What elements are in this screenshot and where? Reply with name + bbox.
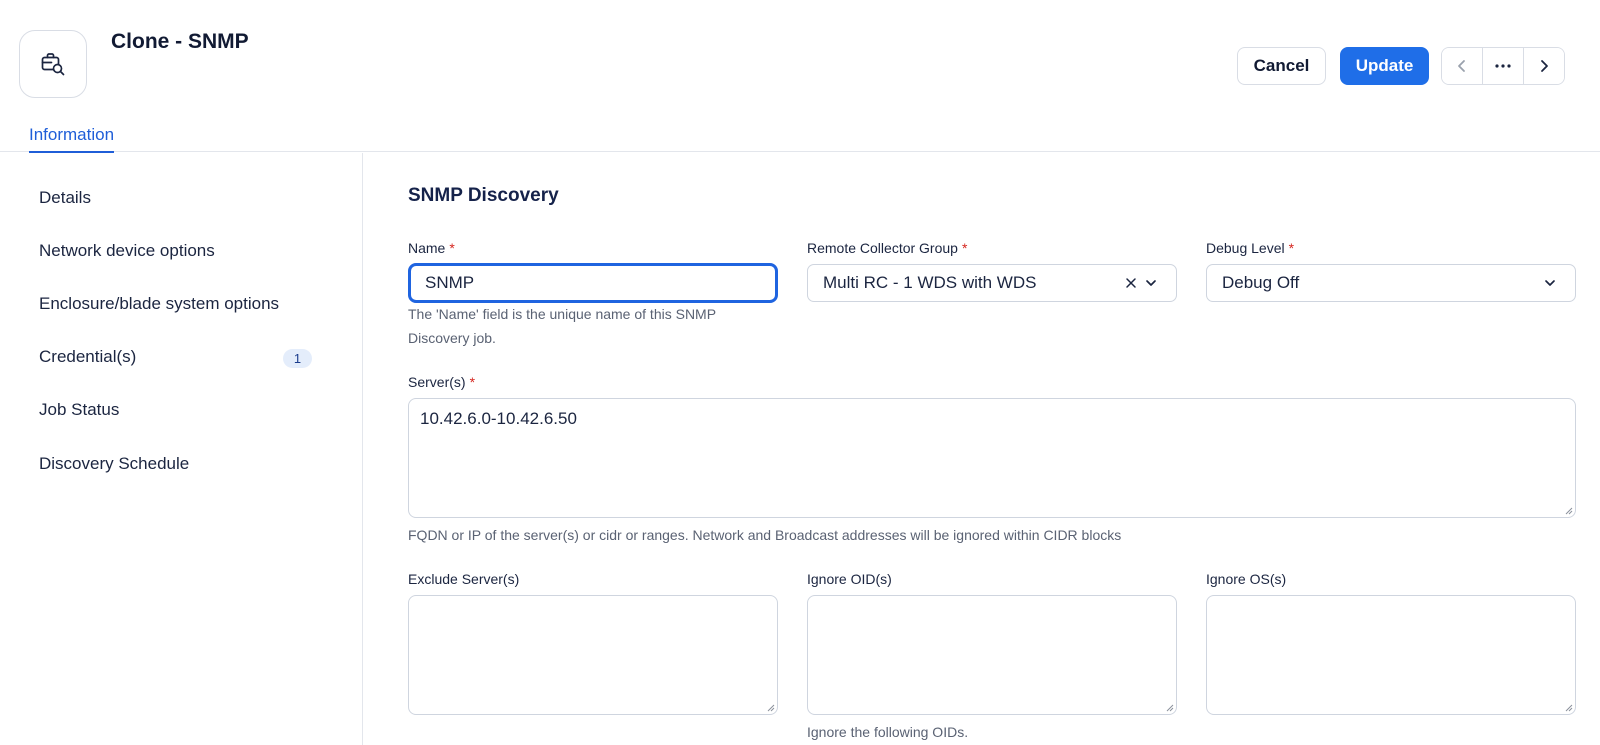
chevron-down-icon[interactable] <box>1540 273 1560 293</box>
cancel-button[interactable]: Cancel <box>1237 47 1326 85</box>
ignore-oids-textarea[interactable] <box>807 595 1177 715</box>
debug-level-value: Debug Off <box>1222 273 1300 292</box>
debug-level-label: Debug Level * <box>1206 240 1294 256</box>
debug-level-select[interactable]: Debug Off <box>1206 264 1576 302</box>
name-label-text: Name <box>408 240 446 256</box>
exclude-servers-textarea[interactable] <box>408 595 778 715</box>
servers-value: 10.42.6.0-10.42.6.50 <box>420 409 577 428</box>
ignore-os-label: Ignore OS(s) <box>1206 571 1287 587</box>
more-horizontal-icon <box>1495 64 1511 68</box>
resize-handle-icon[interactable] <box>1563 505 1573 515</box>
sidebar-item-discovery-schedule[interactable]: Discovery Schedule <box>39 454 319 474</box>
record-navigation <box>1441 47 1565 85</box>
sidebar-item-details[interactable]: Details <box>39 188 319 208</box>
section-title: SNMP Discovery <box>408 185 559 206</box>
debug-level-label-text: Debug Level <box>1206 240 1285 256</box>
servers-label: Server(s) * <box>408 374 475 390</box>
previous-record-button[interactable] <box>1442 48 1483 84</box>
remote-collector-group-select[interactable]: Multi RC - 1 WDS with WDS <box>807 264 1177 302</box>
update-button[interactable]: Update <box>1340 47 1429 85</box>
required-marker: * <box>961 240 968 256</box>
chevron-right-icon <box>1541 60 1548 72</box>
credentials-count-badge: 1 <box>283 349 312 368</box>
servers-textarea[interactable]: 10.42.6.0-10.42.6.50 <box>408 398 1576 518</box>
more-actions-button[interactable] <box>1483 48 1524 84</box>
chevron-left-icon <box>1458 60 1465 72</box>
briefcase-search-icon <box>19 30 87 98</box>
servers-label-text: Server(s) <box>408 374 466 390</box>
name-input-value: SNMP <box>425 273 475 292</box>
remote-collector-group-label: Remote Collector Group * <box>807 240 967 256</box>
ignore-oids-label: Ignore OID(s) <box>807 571 892 587</box>
name-help-text: The 'Name' field is the unique name of t… <box>408 306 716 346</box>
required-marker: * <box>449 240 455 256</box>
sidebar-item-network-device-options[interactable]: Network device options <box>39 241 319 261</box>
record-header: Clone - SNMP Cancel Update Information <box>0 0 1600 153</box>
page-title: Clone - SNMP <box>111 30 249 53</box>
tab-information[interactable]: Information <box>29 125 115 153</box>
sidebar-item-enclosure-blade-options[interactable]: Enclosure/blade system options <box>39 294 319 314</box>
servers-help-text: FQDN or IP of the server(s) or cidr or r… <box>408 527 1122 543</box>
chevron-down-icon[interactable] <box>1141 273 1161 293</box>
clear-icon[interactable] <box>1121 273 1141 293</box>
required-marker: * <box>1288 240 1295 256</box>
sidebar-item-credentials[interactable]: Credential(s) <box>39 347 319 367</box>
resize-handle-icon[interactable] <box>1563 702 1573 712</box>
remote-collector-group-value: Multi RC - 1 WDS with WDS <box>823 273 1037 292</box>
next-record-button[interactable] <box>1524 48 1564 84</box>
ignore-oids-help-text: Ignore the following OIDs. <box>807 724 969 740</box>
required-marker: * <box>469 374 476 390</box>
name-label: Name * <box>408 240 455 256</box>
exclude-servers-label: Exclude Server(s) <box>408 571 520 587</box>
sidebar-item-job-status[interactable]: Job Status <box>39 400 319 420</box>
resize-handle-icon[interactable] <box>765 702 775 712</box>
resize-handle-icon[interactable] <box>1164 702 1174 712</box>
name-input[interactable]: SNMP <box>408 263 778 303</box>
ignore-os-textarea[interactable] <box>1206 595 1576 715</box>
remote-collector-group-label-text: Remote Collector Group <box>807 240 958 256</box>
